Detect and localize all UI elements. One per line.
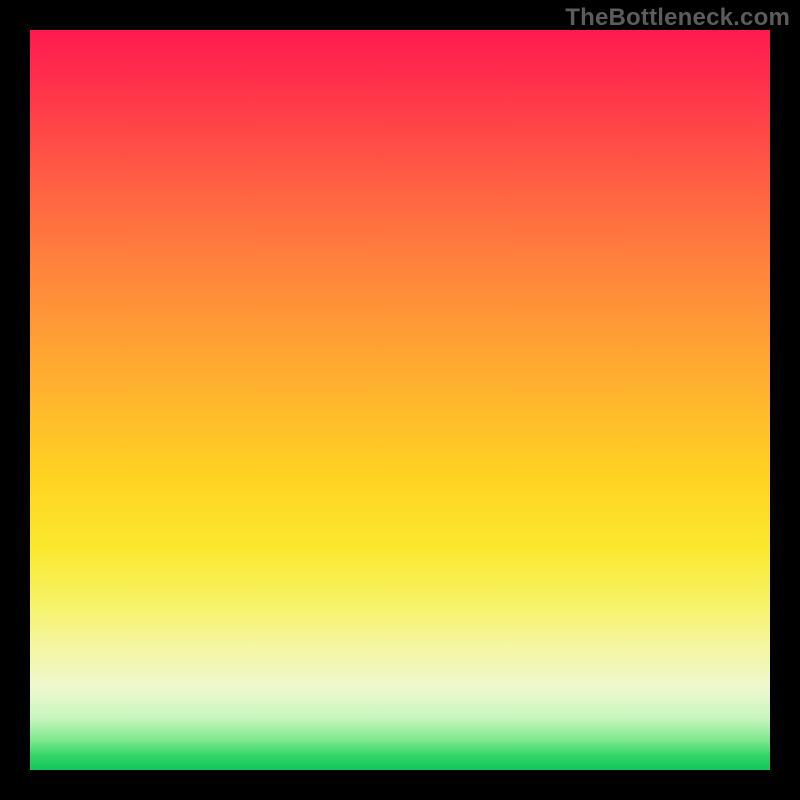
plot-area [30, 30, 770, 770]
watermark-text: TheBottleneck.com [565, 4, 790, 32]
chart-frame: TheBottleneck.com [0, 0, 800, 800]
gradient-background [30, 30, 770, 770]
